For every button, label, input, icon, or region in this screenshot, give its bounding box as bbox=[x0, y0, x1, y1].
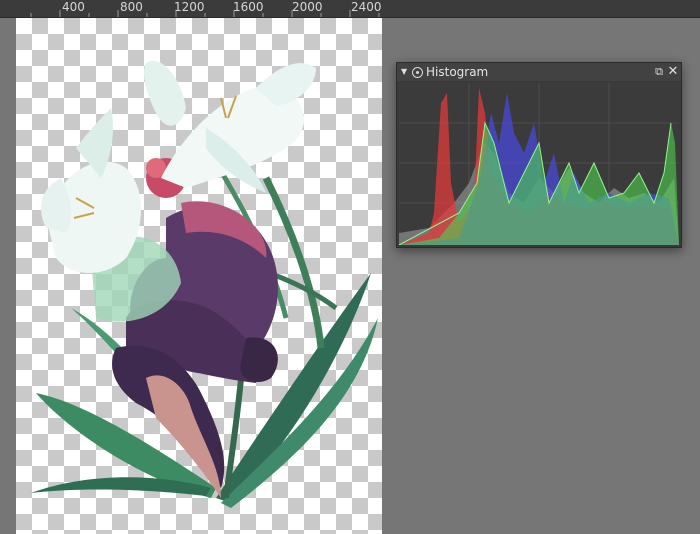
horizontal-ruler[interactable]: 400 800 1200 1600 2000 2400 bbox=[0, 0, 700, 18]
ruler-label-1600: 1600 bbox=[233, 0, 264, 14]
histogram-plot bbox=[399, 83, 679, 245]
triangle-down-icon[interactable]: ▼ bbox=[401, 63, 407, 81]
float-window-icon[interactable]: ⧉ bbox=[653, 63, 665, 81]
ruler-label-2000: 2000 bbox=[292, 0, 323, 14]
histogram-icon bbox=[412, 67, 423, 78]
histogram-title: Histogram bbox=[426, 65, 489, 79]
ruler-ticks bbox=[30, 10, 380, 17]
close-icon[interactable]: ✕ bbox=[667, 63, 679, 81]
ruler-label-800: 800 bbox=[120, 0, 143, 14]
ruler-label-400: 400 bbox=[62, 0, 85, 14]
ruler-label-2400: 2400 bbox=[351, 0, 382, 14]
histogram-docker: ▼ Histogram ⧉ ✕ bbox=[396, 62, 682, 248]
histogram-titlebar[interactable]: ▼ Histogram ⧉ ✕ bbox=[397, 63, 681, 81]
artwork-illustration bbox=[31, 60, 378, 508]
ruler-label-1200: 1200 bbox=[174, 0, 205, 14]
